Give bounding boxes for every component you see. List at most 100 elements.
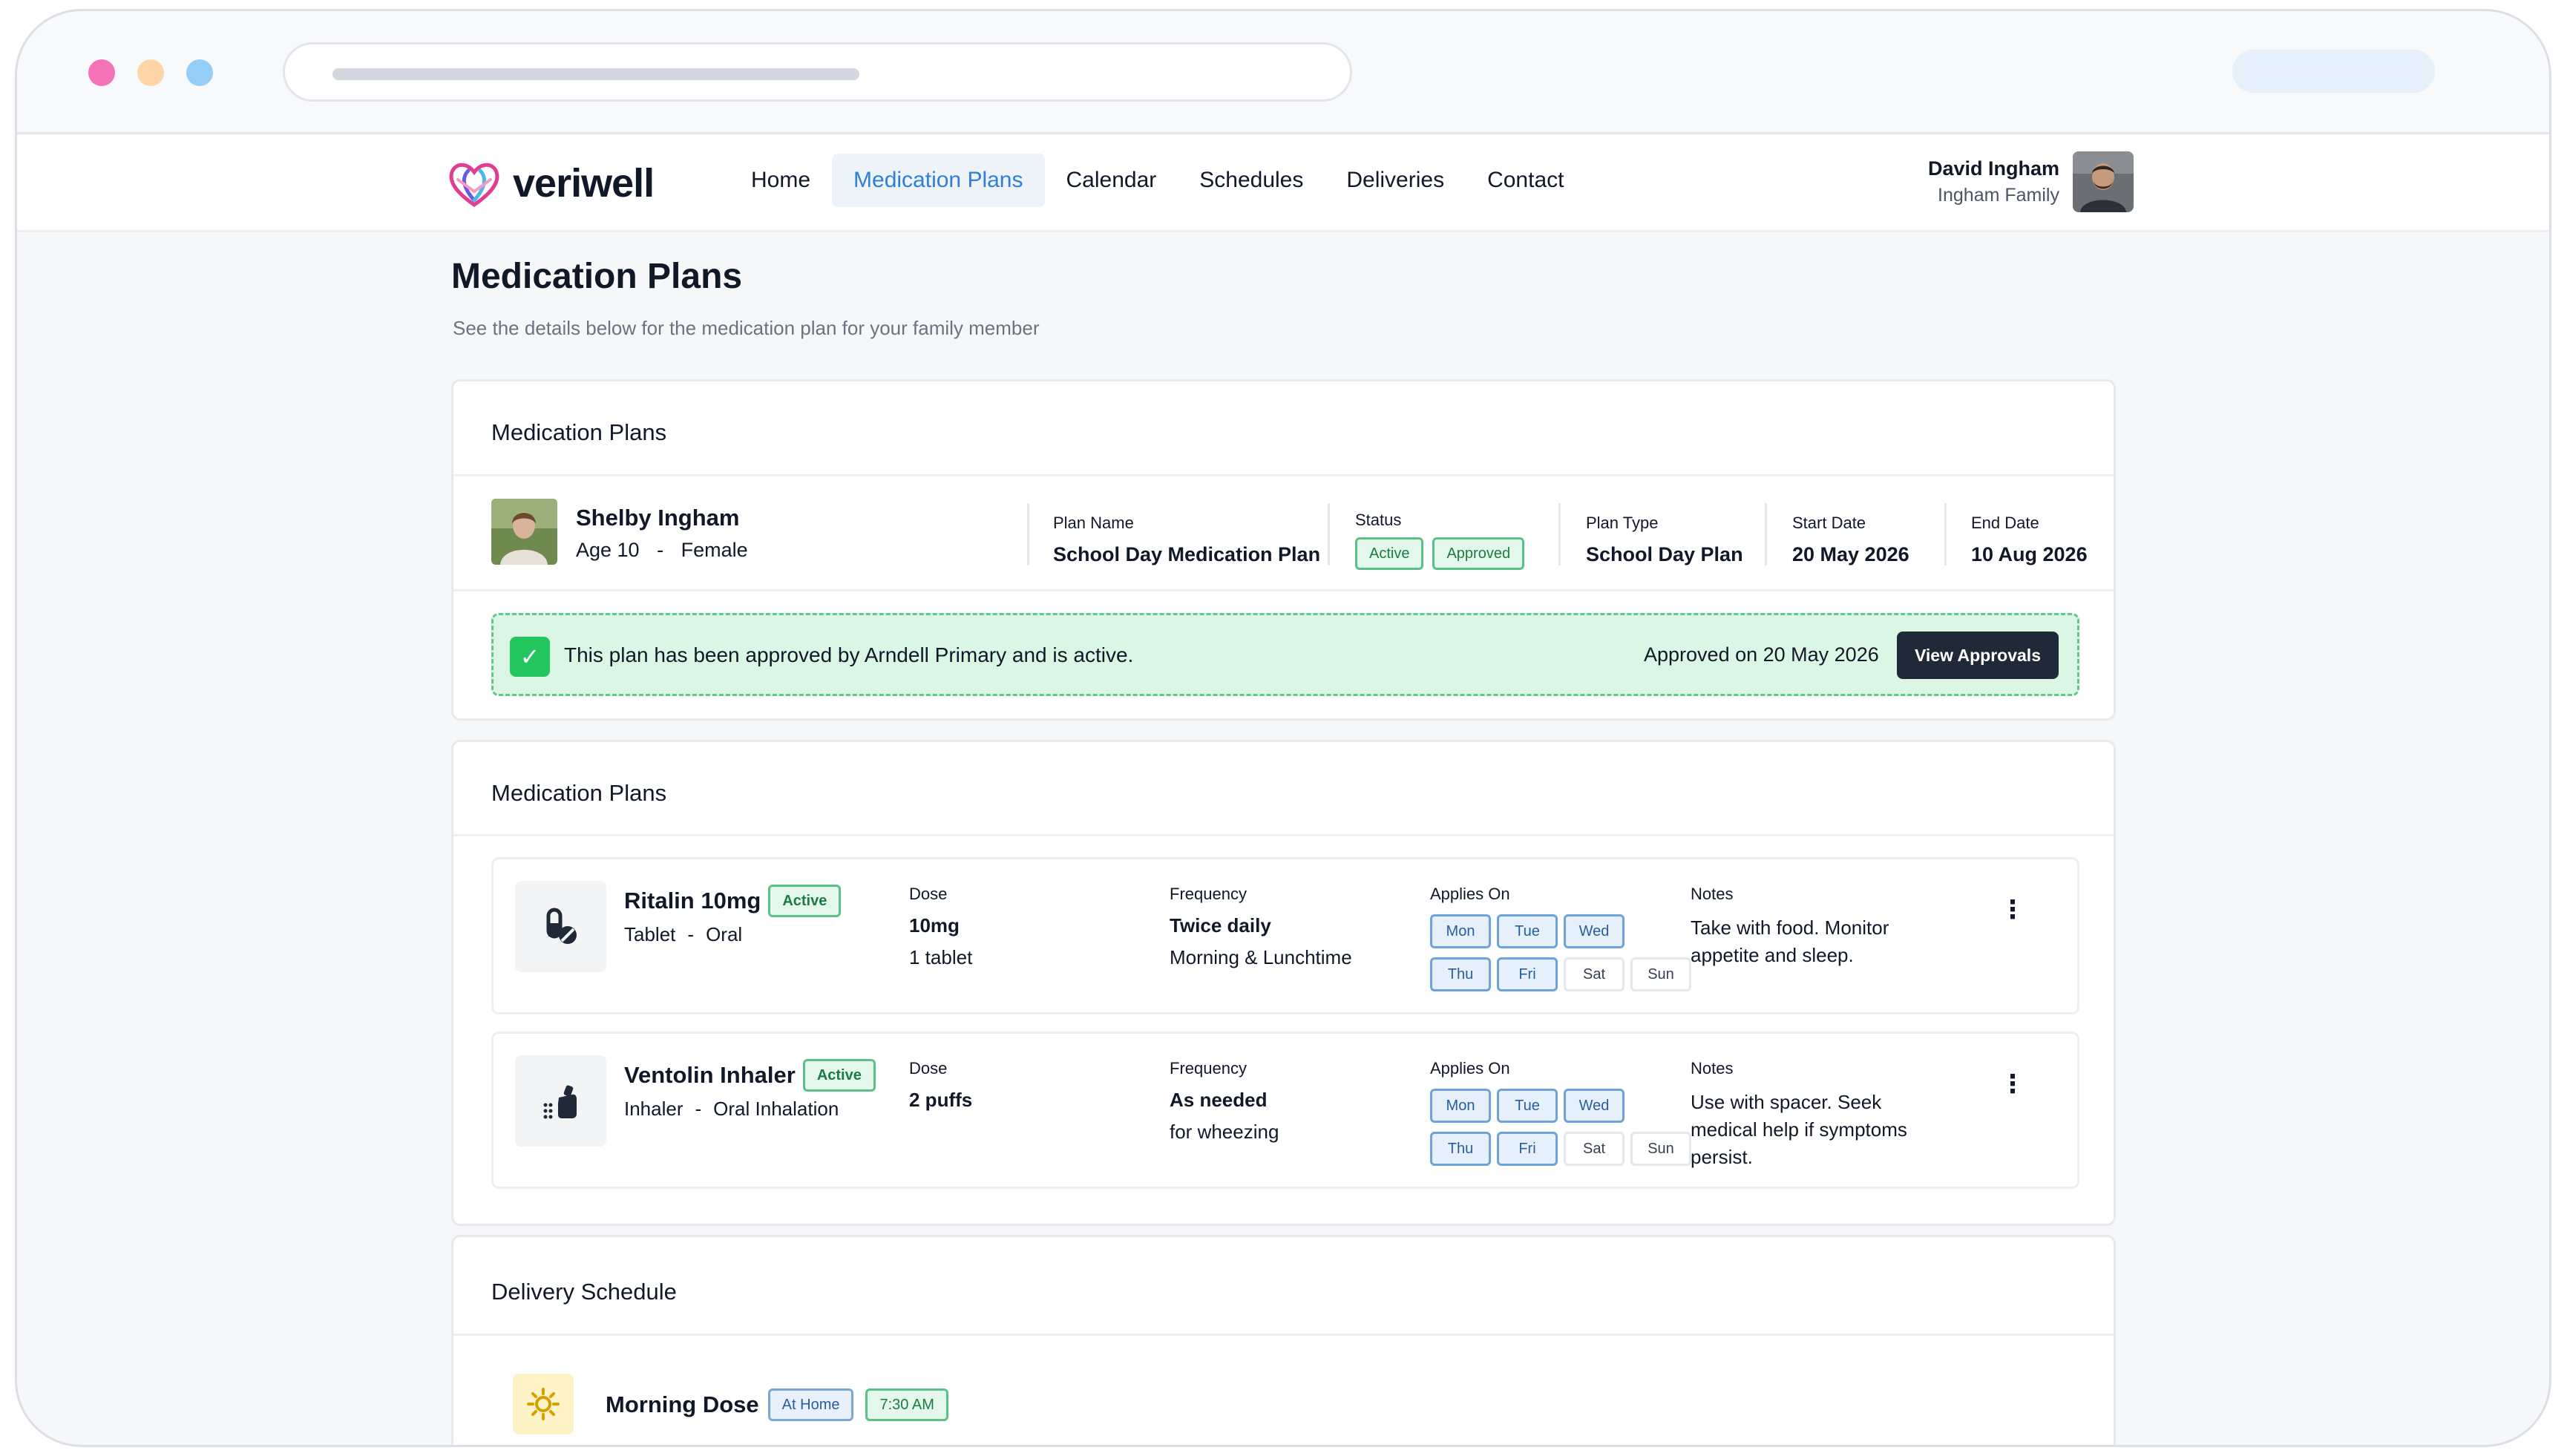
form-type: Inhaler	[624, 1098, 683, 1120]
divider	[1944, 503, 1947, 565]
divider	[1558, 503, 1561, 565]
dose-label: Dose	[909, 1059, 948, 1078]
approval-message: This plan has been approved by Arndell P…	[564, 643, 1134, 666]
medication-name: Ritalin 10mg Active	[624, 885, 842, 917]
card-title: Delivery Schedule	[491, 1279, 677, 1305]
card-divider	[453, 474, 2114, 476]
nav-item-home[interactable]: Home	[730, 154, 832, 207]
dose-value: 2 puffs	[909, 1089, 973, 1111]
user-avatar[interactable]	[2073, 151, 2134, 212]
dose-detail: 1 tablet	[909, 946, 973, 968]
medications-card: Medication Plans Ritalin 10mg Active Table…	[451, 740, 2116, 1226]
check-icon: ✓	[510, 637, 550, 677]
more-options-icon[interactable]: ⋮	[2000, 1069, 2025, 1099]
nav-item-contact[interactable]: Contact	[1466, 154, 1585, 207]
day-chip-fri: Fri	[1497, 1132, 1558, 1166]
veriwell-logo-icon	[449, 163, 499, 208]
minimize-window-dot[interactable]	[137, 59, 164, 86]
brand-logo[interactable]: veriwell	[447, 159, 655, 208]
divider	[1027, 503, 1029, 565]
status-badge-approved: Approved	[1432, 537, 1525, 570]
day-chip-thu: Thu	[1430, 1132, 1491, 1166]
address-placeholder-line	[332, 68, 859, 80]
route: Oral Inhalation	[713, 1098, 839, 1120]
frequency-detail: Morning & Lunchtime	[1170, 946, 1352, 968]
day-chip-mon: Mon	[1430, 914, 1491, 948]
medication-status-badge: Active	[768, 885, 842, 917]
medication-form: Inhaler - Oral Inhalation	[624, 1098, 839, 1121]
day-chip-wed: Wed	[1564, 914, 1625, 948]
user-menu[interactable]: David Ingham Ingham Family	[1928, 151, 2134, 212]
medication-title: Ritalin 10mg	[624, 888, 761, 914]
patient-avatar	[491, 499, 557, 565]
route: Oral	[706, 923, 743, 945]
delivery-schedule-card: Delivery Schedule Morning Dose At Home 7…	[451, 1235, 2116, 1445]
dose-header: Morning Dose At Home 7:30 AM	[606, 1388, 948, 1421]
end-date-value: 10 Aug 2026	[1971, 543, 2088, 565]
address-bar[interactable]	[283, 42, 1352, 102]
maximize-window-dot[interactable]	[186, 59, 213, 86]
separator: -	[695, 1098, 702, 1120]
card-divider	[453, 834, 2114, 836]
separator: -	[687, 923, 695, 945]
page-title: Medication Plans	[451, 257, 743, 296]
view-approvals-button[interactable]: View Approvals	[1897, 632, 2059, 679]
frequency-label: Frequency	[1170, 1059, 1247, 1078]
notes-label: Notes	[1691, 1059, 1734, 1078]
dose-value: 10mg	[909, 914, 960, 937]
notes-line: Take with food. Monitor	[1691, 916, 1889, 939]
frequency-detail: for wheezing	[1170, 1121, 1279, 1143]
card-title: Medication Plans	[491, 419, 667, 445]
separator: -	[657, 539, 664, 561]
notes-line: Use with spacer. Seek	[1691, 1091, 1882, 1113]
day-chip-sat: Sat	[1564, 957, 1625, 991]
page-subtitle: See the details below for the medication…	[453, 317, 1040, 339]
day-chip-sun: Sun	[1630, 1132, 1691, 1166]
brand-name: veriwell	[513, 161, 655, 206]
status-label: Status	[1355, 511, 1402, 529]
dose-label: Dose	[909, 885, 948, 903]
location-badge: At Home	[767, 1388, 854, 1421]
frequency-value: Twice daily	[1170, 914, 1271, 937]
main-nav: Home Medication Plans Calendar Schedules Del…	[730, 154, 1585, 207]
day-chip-sun: Sun	[1630, 957, 1691, 991]
plan-type-label: Plan Type	[1586, 514, 1659, 532]
notes-line: persist.	[1691, 1146, 1753, 1168]
notes-label: Notes	[1691, 885, 1734, 903]
browser-action-button[interactable]	[2232, 50, 2435, 93]
day-chip-thu: Thu	[1430, 957, 1491, 991]
time-badge: 7:30 AM	[865, 1388, 948, 1421]
approval-banner: ✓ This plan has been approved by Arndell…	[491, 613, 2079, 696]
plan-summary-card: Medication Plans Shelby Ingham Age 10 - …	[451, 379, 2116, 721]
applies-on-label: Applies On	[1430, 1059, 1510, 1078]
medication-form: Tablet - Oral	[624, 923, 742, 946]
frequency-value: As needed	[1170, 1089, 1268, 1111]
medication-name: Ventolin Inhaler Active	[624, 1059, 876, 1092]
notes-line: medical help if symptoms	[1691, 1118, 1907, 1141]
inhaler-icon	[515, 1055, 606, 1147]
card-divider	[453, 1334, 2114, 1336]
nav-item-deliveries[interactable]: Deliveries	[1325, 154, 1466, 207]
nav-item-calendar[interactable]: Calendar	[1045, 154, 1178, 207]
more-options-icon[interactable]: ⋮	[2000, 895, 2025, 925]
patient-name: Shelby Ingham	[576, 505, 740, 531]
start-date-label: Start Date	[1792, 514, 1866, 532]
day-chip-tue: Tue	[1497, 914, 1558, 948]
day-chip-tue: Tue	[1497, 1089, 1558, 1123]
plan-name-label: Plan Name	[1053, 514, 1134, 532]
nav-item-schedules[interactable]: Schedules	[1178, 154, 1325, 207]
day-chips: Mon Tue Wed Thu Fri Sat Sun	[1430, 1089, 1697, 1175]
day-chip-mon: Mon	[1430, 1089, 1491, 1123]
day-chip-fri: Fri	[1497, 957, 1558, 991]
start-date-value: 20 May 2026	[1792, 543, 1909, 565]
patient-gender: Female	[681, 539, 748, 561]
approval-date: Approved on 20 May 2026	[1644, 643, 1879, 666]
medication-row: Ritalin 10mg Active Tablet - Oral Dose 10mg 1 t…	[491, 857, 2079, 1014]
divider	[1328, 503, 1330, 565]
close-window-dot[interactable]	[88, 59, 115, 86]
end-date-label: End Date	[1971, 514, 2039, 532]
day-chips: Mon Tue Wed Thu Fri Sat Sun	[1430, 914, 1697, 1000]
medication-row: Ventolin Inhaler Active Inhaler - Oral Inhal…	[491, 1032, 2079, 1189]
nav-item-medication-plans[interactable]: Medication Plans	[832, 154, 1045, 207]
day-chip-wed: Wed	[1564, 1089, 1625, 1123]
